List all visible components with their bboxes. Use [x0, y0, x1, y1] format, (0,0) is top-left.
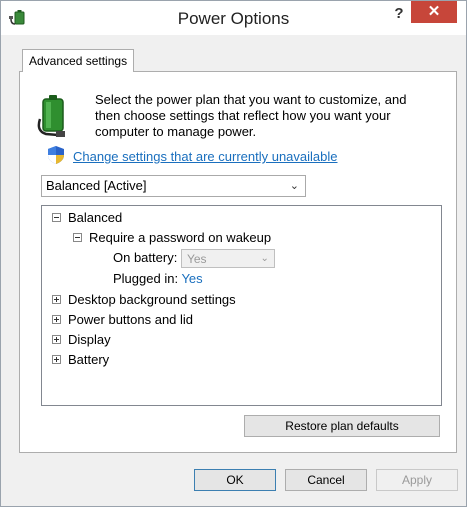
tab-advanced-settings[interactable]: Advanced settings — [22, 49, 135, 72]
settings-tree[interactable]: Balanced Require a password on wakeup On… — [41, 205, 442, 406]
tree-item-label: Power buttons and lid — [68, 312, 194, 327]
chevron-down-icon: ⌄ — [260, 253, 269, 264]
expand-icon[interactable] — [52, 355, 61, 365]
on-battery-select[interactable]: Yes ⌄ — [180, 249, 275, 268]
close-button[interactable]: ✕ — [411, 1, 457, 23]
ok-button[interactable]: OK — [194, 469, 276, 491]
power-plan-select[interactable]: Balanced [Active] ⌄ — [41, 175, 306, 197]
restore-plan-defaults-button[interactable]: Restore plan defaults — [244, 415, 440, 437]
on-battery-label: On battery: — [113, 249, 178, 265]
battery-plan-icon — [37, 95, 65, 137]
on-battery-row: On battery: Yes ⌄ — [113, 249, 275, 268]
tree-item-display[interactable]: Display — [52, 332, 111, 348]
tree-item-battery[interactable]: Battery — [52, 352, 109, 368]
plugged-in-label: Plugged in: — [113, 271, 179, 286]
tree-item-label: Display — [68, 332, 111, 347]
title-bar[interactable]: Power Options ? ✕ — [1, 1, 466, 35]
tree-item-label: Balanced — [68, 210, 123, 225]
expand-icon[interactable] — [52, 335, 61, 345]
uac-shield-icon — [48, 146, 64, 164]
power-options-window: Power Options ? ✕ Advanced settings Sele… — [0, 0, 467, 507]
on-battery-value: Yes — [186, 252, 207, 266]
cancel-button[interactable]: Cancel — [285, 469, 367, 491]
power-plan-select-value: Balanced [Active] — [46, 178, 147, 193]
help-button[interactable]: ? — [386, 3, 412, 25]
intro-text: Select the power plan that you want to c… — [95, 92, 407, 139]
tree-item-label: Battery — [68, 352, 110, 367]
collapse-icon[interactable] — [73, 233, 82, 243]
apply-button[interactable]: Apply — [376, 469, 458, 491]
plugged-in-row: Plugged in: Yes — [113, 271, 203, 287]
expand-icon[interactable] — [52, 295, 61, 305]
change-settings-link[interactable]: Change settings that are currently unava… — [73, 149, 338, 164]
tree-item-balanced[interactable]: Balanced — [52, 210, 122, 226]
tree-item-require-password[interactable]: Require a password on wakeup — [73, 230, 271, 246]
collapse-icon[interactable] — [52, 213, 61, 223]
plugged-in-value[interactable]: Yes — [181, 271, 202, 286]
chevron-down-icon: ⌄ — [289, 180, 299, 192]
tree-item-label: Desktop background settings — [68, 292, 236, 307]
tree-item-power-buttons[interactable]: Power buttons and lid — [52, 312, 193, 328]
tree-item-label: Require a password on wakeup — [89, 230, 272, 245]
expand-icon[interactable] — [52, 315, 61, 325]
tree-item-desktop-background[interactable]: Desktop background settings — [52, 292, 236, 308]
